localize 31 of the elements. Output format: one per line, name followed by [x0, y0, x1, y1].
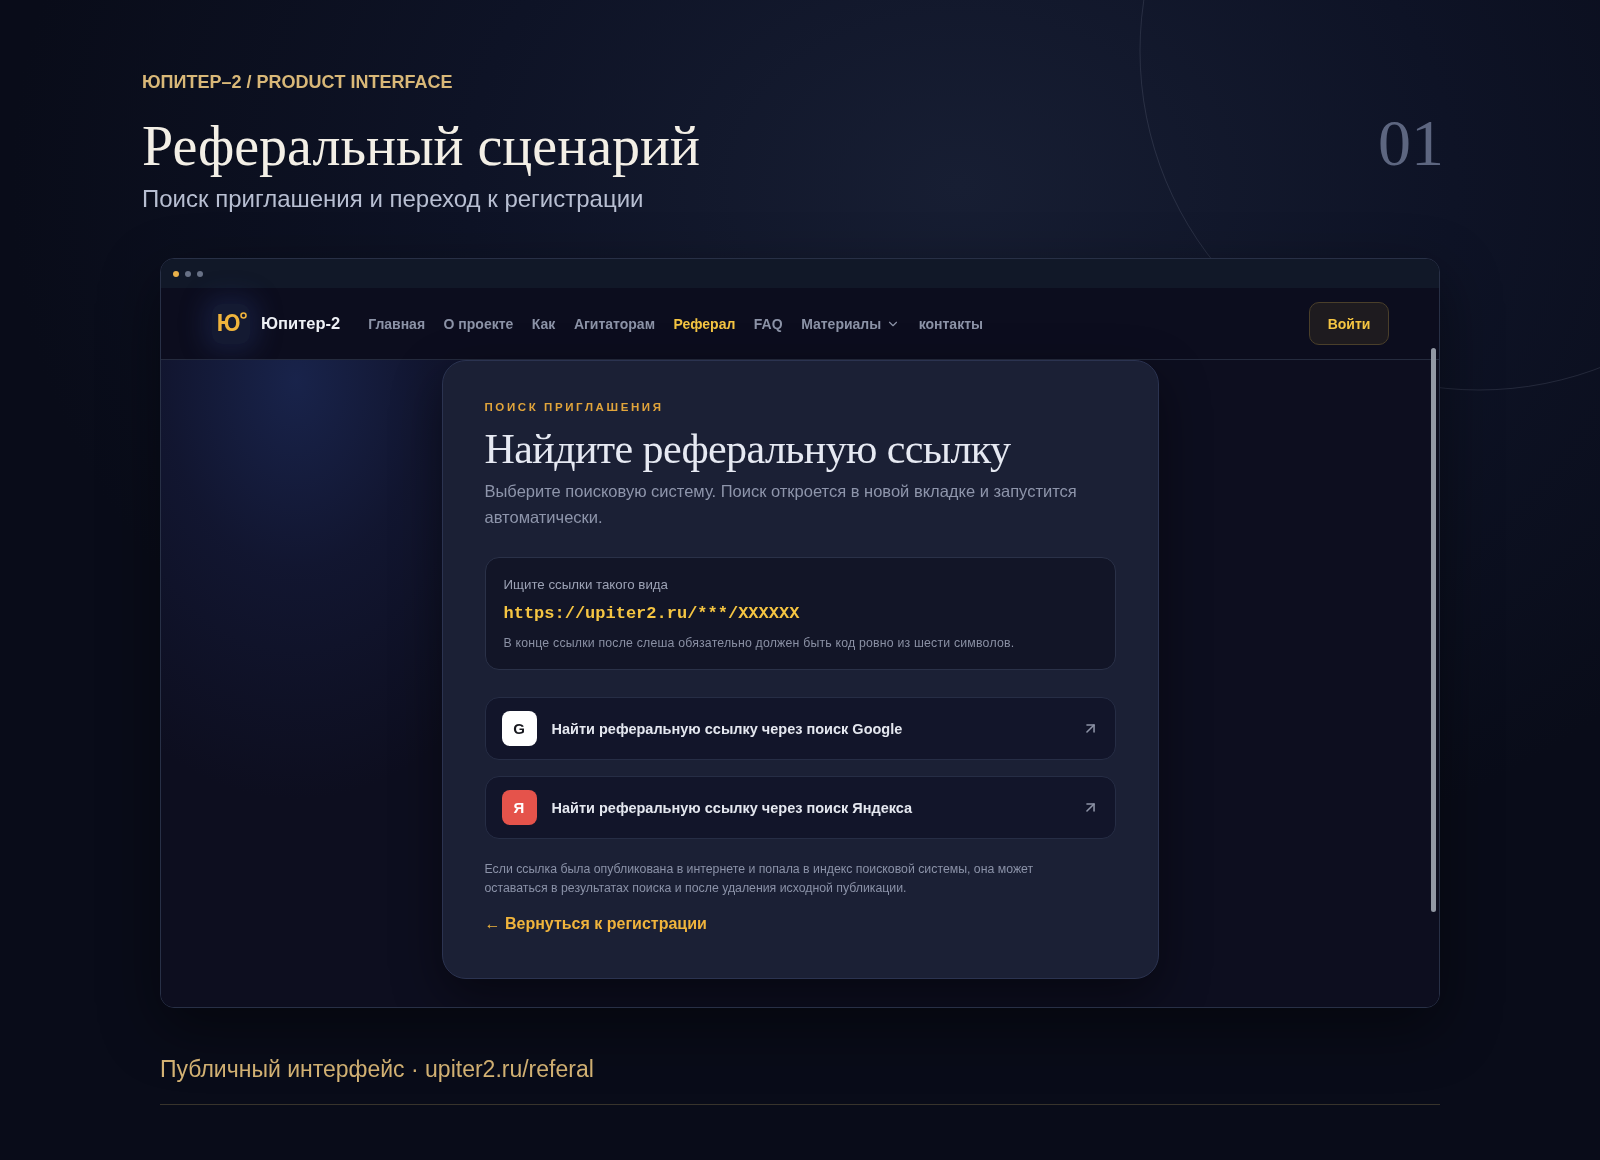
page-subtitle: Поиск приглашения и переход к регистрации	[142, 184, 645, 213]
nav-link[interactable]: Как	[531, 315, 556, 332]
footer-caption: Публичный интерфейс · upiter2.ru/referal	[160, 1055, 595, 1083]
card-description: Выберите поисковую систему. Поиск откроется в новой вкладке и запустится автоматически.	[484, 481, 1078, 528]
ring-icon	[240, 311, 248, 319]
nav-link[interactable]: FAQ	[753, 315, 783, 332]
card-eyebrow: ПОИСК ПРИГЛАШЕНИЯ	[484, 400, 665, 415]
nav-link[interactable]: контакты	[918, 315, 983, 332]
search-engine-logo: Я	[501, 790, 537, 825]
pattern-label: Ищите ссылки такого вида	[503, 577, 669, 593]
card-note: Если ссылка была опубликована в интернете и попала в индекс поисковой системы, она может оставаться в результатах поиска и после удаления исходной публикации.	[484, 861, 1035, 897]
nav-link[interactable]: Материалы	[801, 315, 901, 332]
login-button[interactable]: Войти	[1309, 302, 1389, 345]
logo-tile[interactable]: Ю	[212, 303, 250, 344]
search-option-button[interactable]: G Найти реферальную ссылку через поиск Google	[484, 697, 1116, 760]
logo-letter: Ю	[216, 312, 241, 335]
page-title: Реферальный сценарий	[142, 114, 700, 178]
search-engine-logo: G	[501, 711, 537, 746]
slide-number: 01	[1378, 110, 1444, 176]
pattern-note: В конце ссылки после слеша обязательно должен быть код ровно из шести символов.	[503, 636, 1016, 651]
link-pattern: https://upiter2.ru/***/XXXXXX	[503, 603, 801, 625]
card-heading: Найдите реферальную ссылку	[484, 425, 1012, 474]
back-link[interactable]: ← Вернуться к регистрации	[484, 914, 707, 934]
eyebrow-label: ЮПИТЕР–2 / PRODUCT INTERFACE	[142, 72, 454, 92]
nav-link[interactable]: Реферал	[673, 315, 736, 332]
brand-name: Юпитер-2	[261, 314, 341, 333]
nav-link[interactable]: О проекте	[443, 315, 514, 332]
nav-link[interactable]: Агитаторам	[573, 315, 655, 332]
search-option-button[interactable]: Я Найти реферальную ссылку через поиск Яндекса	[484, 776, 1116, 839]
nav-link[interactable]: Главная	[368, 315, 426, 332]
scrollbar-thumb[interactable]	[1431, 348, 1436, 912]
